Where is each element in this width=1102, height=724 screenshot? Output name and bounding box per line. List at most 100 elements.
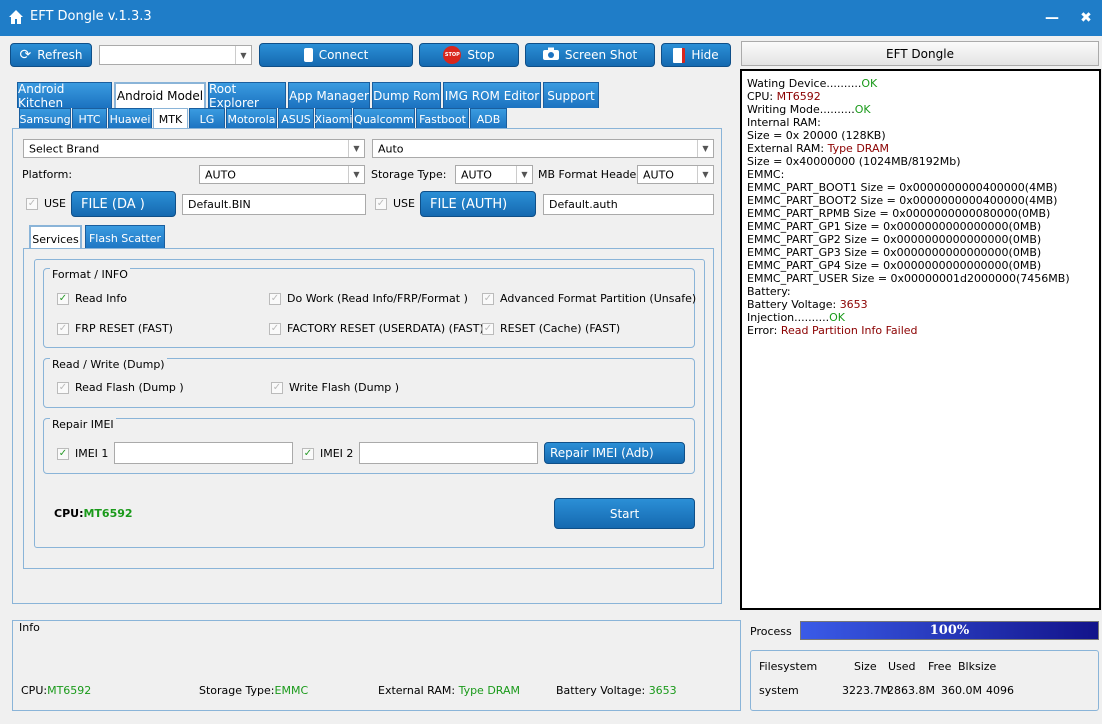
minimize-button[interactable]: — [1040, 6, 1064, 30]
checkbox-icon: ✓ [57, 381, 69, 394]
log-line: EMMC_PART_USER Size = 0x00000001d2000000… [747, 272, 1094, 285]
fs-header-size: Size [854, 660, 877, 673]
log-line: Size = 0x 20000 (128KB) [747, 129, 1094, 142]
hide-icon [673, 47, 686, 63]
checkbox-icon: ✓ [269, 322, 281, 335]
fs-cell-used: 2863.8M [887, 684, 935, 697]
file-da-button[interactable]: FILE (DA ) [71, 191, 176, 217]
read-info-checkbox[interactable]: ✓ Read Info [57, 292, 127, 305]
mb-format-select[interactable]: AUTO ▼ [637, 165, 714, 184]
platform-select[interactable]: AUTO ▼ [199, 165, 365, 184]
tab-root-explorer[interactable]: Root Explorer [208, 82, 286, 110]
fs-cell-free: 360.0M [941, 684, 982, 697]
storage-type-select[interactable]: AUTO ▼ [455, 165, 533, 184]
tab-support[interactable]: Support [543, 82, 599, 108]
checkbox-icon: ✓ [57, 447, 69, 460]
tab-huawei[interactable]: Huawei [108, 108, 152, 130]
log-key: EMMC_PART_GP3 Size = 0x0000000000000000(… [747, 246, 1042, 259]
fs-header-blksize: Blksize [958, 660, 997, 673]
da-file-input[interactable]: Default.BIN [182, 194, 366, 215]
progress-bar: 100% [800, 621, 1099, 640]
info-panel [12, 620, 741, 711]
refresh-icon: ⟳ [19, 47, 32, 63]
repair-imei-button[interactable]: Repair IMEI (Adb) [544, 442, 685, 464]
tab-adb[interactable]: ADB [470, 108, 507, 130]
do-work-checkbox[interactable]: ✓ Do Work (Read Info/FRP/Format ) [269, 292, 468, 305]
tab-asus[interactable]: ASUS [278, 108, 314, 130]
log-line: Battery: [747, 285, 1094, 298]
screenshot-button[interactable]: Screen Shot [525, 43, 655, 67]
chevron-down-icon: ▼ [348, 166, 364, 183]
log-value: OK [829, 311, 845, 324]
checkbox-icon: ✓ [26, 197, 38, 210]
info-title: Info [19, 621, 40, 634]
title-bar: EFT Dongle v.1.3.3 — ✖ [0, 0, 1102, 36]
log-line: Writing Mode..........OK [747, 103, 1094, 116]
log-key: EMMC_PART_GP1 Size = 0x0000000000000000(… [747, 220, 1042, 233]
auth-file-input[interactable]: Default.auth [543, 194, 714, 215]
log-key: Battery Voltage: [747, 298, 840, 311]
log-key: CPU: [747, 90, 777, 103]
imei2-input[interactable] [359, 442, 538, 464]
brand-select[interactable]: Select Brand ▼ [23, 139, 365, 158]
tab-dump-rom[interactable]: Dump Rom [372, 82, 441, 108]
close-button[interactable]: ✖ [1074, 6, 1098, 30]
start-button[interactable]: Start [554, 498, 695, 529]
stop-button[interactable]: STOP Stop [419, 43, 519, 67]
write-flash-checkbox[interactable]: ✓ Write Flash (Dump ) [271, 381, 399, 394]
tab-samsung[interactable]: Samsung [19, 108, 71, 130]
tab-lg[interactable]: LG [189, 108, 225, 130]
use-da-checkbox[interactable]: ✓ USE [26, 197, 66, 210]
tab-motorola[interactable]: Motorola [226, 108, 277, 130]
tab-qualcomm[interactable]: Qualcomm [353, 108, 415, 130]
chevron-down-icon: ▼ [516, 166, 532, 183]
log-value: OK [861, 77, 878, 90]
connect-button[interactable]: Connect [259, 43, 413, 67]
read-flash-checkbox[interactable]: ✓ Read Flash (Dump ) [57, 381, 184, 394]
advanced-format-checkbox[interactable]: ✓ Advanced Format Partition (Unsafe) [482, 292, 696, 305]
hide-button[interactable]: Hide [661, 43, 731, 67]
format-info-group [43, 268, 695, 348]
fs-header-used: Used [888, 660, 916, 673]
read-write-title: Read / Write (Dump) [50, 358, 167, 371]
log-line: Battery Voltage: 3653 [747, 298, 1094, 311]
log-key: Size = 0x40000000 (1024MB/8192Mb) [747, 155, 961, 168]
imei1-input[interactable] [114, 442, 293, 464]
frp-reset-checkbox[interactable]: ✓ FRP RESET (FAST) [57, 322, 173, 335]
auto-select[interactable]: Auto ▼ [372, 139, 714, 158]
tab-mtk[interactable]: MTK [153, 108, 188, 130]
file-auth-button[interactable]: FILE (AUTH) [420, 191, 536, 217]
fs-header-free: Free [928, 660, 952, 673]
log-line: Internal RAM: [747, 116, 1094, 129]
refresh-button[interactable]: ⟳ Refresh [10, 43, 92, 67]
device-header: EFT Dongle [741, 41, 1099, 66]
log-key: EMMC_PART_BOOT2 Size = 0x000000000040000… [747, 194, 1058, 207]
tab-app-manager[interactable]: App Manager [288, 82, 370, 108]
use-auth-checkbox[interactable]: ✓ USE [375, 197, 415, 210]
process-label: Process [750, 625, 792, 638]
log-line: Error: Read Partition Info Failed [747, 324, 1094, 337]
tab-android-model[interactable]: Android Model [114, 82, 206, 108]
log-key: Battery: [747, 285, 791, 298]
tab-img-rom-editor[interactable]: IMG ROM Editor [443, 82, 541, 108]
tab-xiaomi[interactable]: Xiaomi [315, 108, 352, 130]
checkbox-icon: ✓ [57, 322, 69, 335]
checkbox-icon: ✓ [57, 292, 69, 305]
log-text: Wating Device..........OK CPU: MT6592 Writ… [742, 71, 1099, 343]
log-value: 3653 [839, 298, 868, 311]
port-select[interactable]: ▼ [99, 45, 252, 65]
info-external-ram: External RAM: Type DRAM [378, 684, 521, 697]
tab-android-kitchen[interactable]: Android Kitchen [17, 82, 112, 110]
fs-cell-name: system [759, 684, 799, 697]
imei2-checkbox[interactable]: ✓ IMEI 2 [302, 447, 353, 460]
log-key: EMMC_PART_GP2 Size = 0x0000000000000000(… [747, 233, 1042, 246]
log-key: EMMC_PART_USER Size = 0x00000001d2000000… [747, 272, 1070, 285]
tab-htc[interactable]: HTC [72, 108, 107, 130]
imei1-checkbox[interactable]: ✓ IMEI 1 [57, 447, 108, 460]
log-line: EMMC_PART_RPMB Size = 0x0000000000080000… [747, 207, 1094, 220]
checkbox-icon: ✓ [269, 292, 281, 305]
chevron-down-icon: ▼ [697, 140, 713, 157]
reset-cache-checkbox[interactable]: ✓ RESET (Cache) (FAST) [482, 322, 620, 335]
tab-fastboot[interactable]: Fastboot [416, 108, 469, 130]
factory-reset-checkbox[interactable]: ✓ FACTORY RESET (USERDATA) (FAST) [269, 322, 484, 335]
